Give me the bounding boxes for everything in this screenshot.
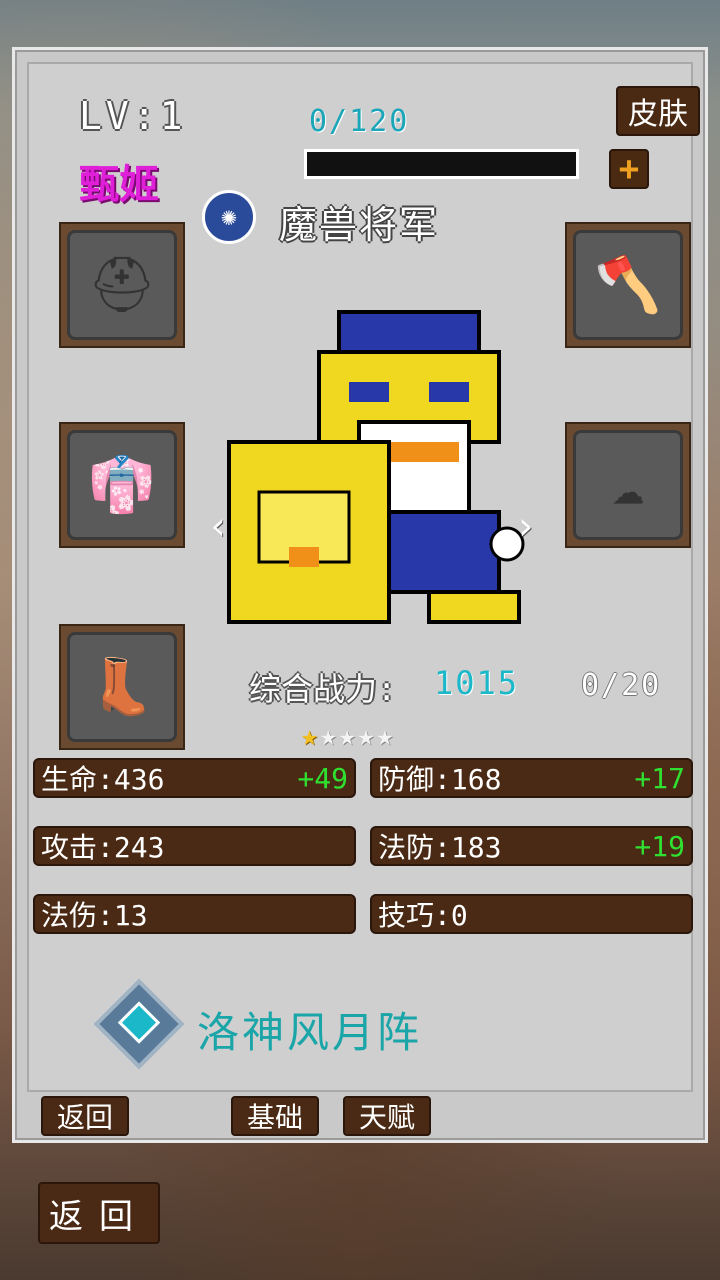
stat-skill: 技巧:0 xyxy=(370,894,693,934)
back-button[interactable]: 返回 xyxy=(38,1182,160,1244)
tab-back[interactable]: 返回 xyxy=(41,1096,129,1136)
equip-slot-accessory[interactable]: ☁ xyxy=(565,422,691,548)
stat-label: 技巧:0 xyxy=(378,899,468,932)
hero-name: 甄姬 xyxy=(79,162,159,208)
stat-magic-defense: 法防:183 +19 xyxy=(370,826,693,866)
stat-label: 生命:436 xyxy=(41,763,165,796)
stat-defense: 防御:168 +17 xyxy=(370,758,693,798)
next-arrow-icon[interactable]: › xyxy=(514,504,537,548)
axe-icon: 🪓 xyxy=(573,230,683,340)
combat-power-label: 综合战力: xyxy=(249,670,397,708)
stat-bonus: +19 xyxy=(634,829,685,863)
stat-label: 法防:183 xyxy=(378,831,502,864)
stat-hp: 生命:436 +49 xyxy=(33,758,356,798)
fragment-count: 0/20 xyxy=(581,668,662,703)
hero-panel-inner: LV:1 甄姬 0/120 + 皮肤 ✺ 魔兽将军 ⛑ 🪓 👘 ☁ 👢 ‹ › … xyxy=(27,62,700,1092)
equip-slot-armor[interactable]: 👘 xyxy=(59,422,185,548)
tab-basic[interactable]: 基础 xyxy=(231,1096,319,1136)
armor-icon: 👘 xyxy=(67,430,177,540)
stat-label: 攻击:243 xyxy=(41,831,165,864)
equip-slot-weapon[interactable]: 🪓 xyxy=(565,222,691,348)
boots-icon: 👢 xyxy=(67,632,177,742)
formation-icon[interactable] xyxy=(93,978,185,1070)
star-icon: ★ xyxy=(357,719,375,752)
equip-slot-boots[interactable]: 👢 xyxy=(59,624,185,750)
hero-portrait xyxy=(227,310,525,624)
combat-power-value: 1015 xyxy=(434,664,520,702)
star-icon: ★ xyxy=(376,719,394,752)
stat-label: 法伤:13 xyxy=(41,899,148,932)
star-icon: ★ xyxy=(301,719,318,752)
prev-arrow-icon[interactable]: ‹ xyxy=(207,504,230,548)
hero-title: 魔兽将军 xyxy=(279,203,440,247)
exp-bar xyxy=(304,149,579,179)
tab-talent[interactable]: 天赋 xyxy=(343,1096,431,1136)
skin-button[interactable]: 皮肤 xyxy=(616,86,700,136)
formation-name[interactable]: 洛神风月阵 xyxy=(197,999,422,1060)
hero-panel: LV:1 甄姬 0/120 + 皮肤 ✺ 魔兽将军 ⛑ 🪓 👘 ☁ 👢 ‹ › … xyxy=(12,47,708,1143)
star-icon: ★ xyxy=(338,719,356,752)
stat-label: 防御:168 xyxy=(378,763,502,796)
add-exp-button[interactable]: + xyxy=(609,149,649,189)
stat-attack: 攻击:243 xyxy=(33,826,356,866)
stat-magic-damage: 法伤:13 xyxy=(33,894,356,934)
exp-text: 0/120 xyxy=(309,104,410,139)
helmet-icon: ⛑ xyxy=(67,230,177,340)
squid-icon: ✺ xyxy=(202,190,256,244)
equip-slot-helmet[interactable]: ⛑ xyxy=(59,222,185,348)
cloud-icon: ☁ xyxy=(573,430,683,540)
star-icon: ★ xyxy=(319,719,337,752)
stat-bonus: +49 xyxy=(297,761,348,795)
star-rating: ★ ★ ★ ★ ★ xyxy=(301,719,393,752)
stat-bonus: +17 xyxy=(634,761,685,795)
level-label: LV:1 xyxy=(79,94,187,138)
